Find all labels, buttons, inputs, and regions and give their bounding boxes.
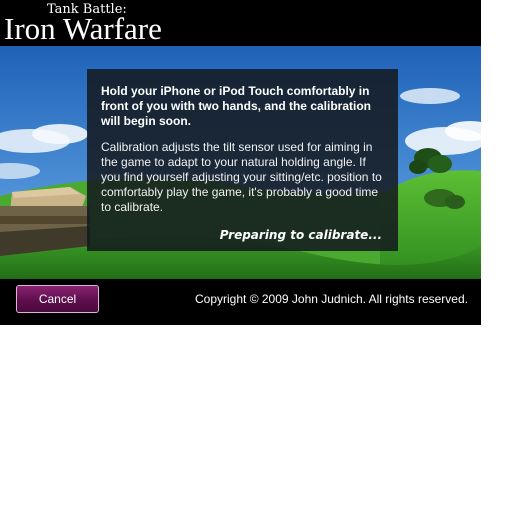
cancel-button[interactable]: Cancel <box>16 285 99 313</box>
title-bar: Tank Battle: Iron Warfare <box>0 0 481 46</box>
copyright-text: Copyright © 2009 John Judnich. All right… <box>195 292 468 306</box>
calibration-status: Preparing to calibrate... <box>219 228 382 242</box>
calibration-instruction: Hold your iPhone or iPod Touch comfortab… <box>101 84 371 128</box>
bottom-bar: Cancel Copyright © 2009 John Judnich. Al… <box>0 279 481 325</box>
game-title: Iron Warfare <box>4 11 162 46</box>
calibration-panel: Hold your iPhone or iPod Touch comfortab… <box>87 69 398 251</box>
calibration-description: Calibration adjusts the tilt sensor used… <box>101 140 382 214</box>
game-screen: Tank Battle: Iron Warfare Hold your iPho… <box>0 0 481 325</box>
